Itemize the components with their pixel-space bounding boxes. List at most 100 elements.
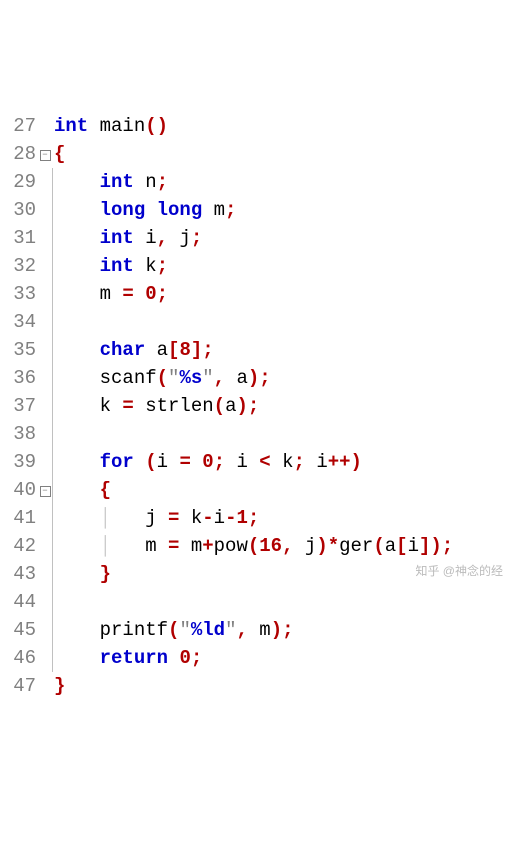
token-id: a	[225, 395, 236, 417]
code-line[interactable]: 39 for (i = 0; i < k; i++)	[0, 448, 515, 476]
code-line[interactable]: 41 │ j = k-i-1;	[0, 504, 515, 532]
code-content[interactable]: }	[54, 672, 515, 700]
token-str: "	[202, 367, 213, 389]
code-line[interactable]: 30 long long m;	[0, 196, 515, 224]
code-content[interactable]: int i, j;	[54, 224, 515, 252]
code-line[interactable]: 31 int i, j;	[0, 224, 515, 252]
code-line[interactable]: 33 m = 0;	[0, 280, 515, 308]
code-line[interactable]: 37 k = strlen(a);	[0, 392, 515, 420]
token-id: m	[248, 619, 271, 641]
token-id: i	[134, 227, 157, 249]
code-line[interactable]: 40− {	[0, 476, 515, 504]
collapse-icon[interactable]: −	[40, 150, 51, 161]
token-fmt: %s	[179, 367, 202, 389]
fold-guide	[52, 560, 53, 588]
code-line[interactable]: 38	[0, 420, 515, 448]
code-line[interactable]: 46 return 0;	[0, 644, 515, 672]
token-id: k	[134, 255, 157, 277]
code-content[interactable]: printf("%ld", m);	[54, 616, 515, 644]
fold-guide	[52, 168, 53, 196]
collapse-icon[interactable]: −	[40, 486, 51, 497]
code-line[interactable]: 35 char a[8];	[0, 336, 515, 364]
token-id: main	[88, 115, 145, 137]
line-number: 29	[0, 168, 38, 196]
token-id	[54, 227, 100, 249]
token-id	[54, 171, 100, 193]
line-number: 42	[0, 532, 38, 560]
token-id: a	[385, 535, 396, 557]
token-punct: [	[396, 535, 407, 557]
token-kw: char	[100, 339, 146, 361]
code-content[interactable]: │ j = k-i-1;	[54, 504, 515, 532]
line-number: 34	[0, 308, 38, 336]
token-str: "	[179, 619, 190, 641]
code-content[interactable]: k = strlen(a);	[54, 392, 515, 420]
code-line[interactable]: 27int main()	[0, 112, 515, 140]
code-editor[interactable]: 27int main()28−{29 int n;30 long long m;…	[0, 112, 515, 700]
token-num: 0	[202, 451, 213, 473]
fold-guide	[52, 448, 53, 476]
token-punct: ,	[236, 619, 247, 641]
token-id	[54, 647, 100, 669]
token-punct: ,	[282, 535, 293, 557]
code-line[interactable]: 32 int k;	[0, 252, 515, 280]
token-id	[134, 283, 145, 305]
token-punct: [	[168, 339, 179, 361]
code-content[interactable]: int main()	[54, 112, 515, 140]
code-line[interactable]: 42 │ m = m+pow(16, j)*ger(a[i]);	[0, 532, 515, 560]
code-line[interactable]: 34	[0, 308, 515, 336]
code-content[interactable]: for (i = 0; i < k; i++)	[54, 448, 515, 476]
token-num: 0	[179, 647, 190, 669]
token-punct: ]);	[419, 535, 453, 557]
code-content[interactable]: char a[8];	[54, 336, 515, 364]
code-line[interactable]: 44	[0, 588, 515, 616]
fold-gutter[interactable]: −	[38, 476, 52, 504]
code-content[interactable]: return 0;	[54, 644, 515, 672]
code-content[interactable]: {	[54, 140, 515, 168]
token-punct: )	[316, 535, 327, 557]
code-content[interactable]: m = 0;	[54, 280, 515, 308]
fold-guide	[52, 224, 53, 252]
fold-guide	[52, 476, 53, 504]
token-id	[54, 339, 100, 361]
line-number: 33	[0, 280, 38, 308]
token-id: m	[54, 283, 122, 305]
token-id: k	[54, 395, 122, 417]
code-content[interactable]: {	[54, 476, 515, 504]
token-punct: (	[373, 535, 384, 557]
token-id: strlen	[134, 395, 214, 417]
line-number: 47	[0, 672, 38, 700]
token-id	[134, 451, 145, 473]
token-punct: ;	[214, 451, 225, 473]
code-content[interactable]: int k;	[54, 252, 515, 280]
token-fmt: %ld	[191, 619, 225, 641]
code-content[interactable]: int n;	[54, 168, 515, 196]
code-line[interactable]: 36 scanf("%s", a);	[0, 364, 515, 392]
line-number: 41	[0, 504, 38, 532]
code-content[interactable]: │ m = m+pow(16, j)*ger(a[i]);	[54, 532, 515, 560]
token-id: j	[111, 507, 168, 529]
fold-guide	[52, 196, 53, 224]
fold-gutter[interactable]: −	[38, 140, 52, 168]
token-id: ger	[339, 535, 373, 557]
code-line[interactable]: 47}	[0, 672, 515, 700]
line-number: 35	[0, 336, 38, 364]
code-content[interactable]: scanf("%s", a);	[54, 364, 515, 392]
code-line[interactable]: 28−{	[0, 140, 515, 168]
line-number: 40	[0, 476, 38, 504]
token-id	[54, 563, 100, 585]
token-str: "	[168, 367, 179, 389]
code-line[interactable]: 29 int n;	[0, 168, 515, 196]
token-punct: ;	[157, 255, 168, 277]
fold-guide	[52, 672, 53, 700]
token-punct: ;	[157, 171, 168, 193]
code-line[interactable]: 45 printf("%ld", m);	[0, 616, 515, 644]
line-number: 46	[0, 644, 38, 672]
token-id: i	[305, 451, 328, 473]
code-content[interactable]: long long m;	[54, 196, 515, 224]
token-punct: }	[54, 675, 65, 697]
token-inner-guide: │	[100, 507, 111, 529]
token-id: k	[179, 507, 202, 529]
fold-guide	[52, 420, 53, 448]
token-punct: ;	[157, 283, 168, 305]
